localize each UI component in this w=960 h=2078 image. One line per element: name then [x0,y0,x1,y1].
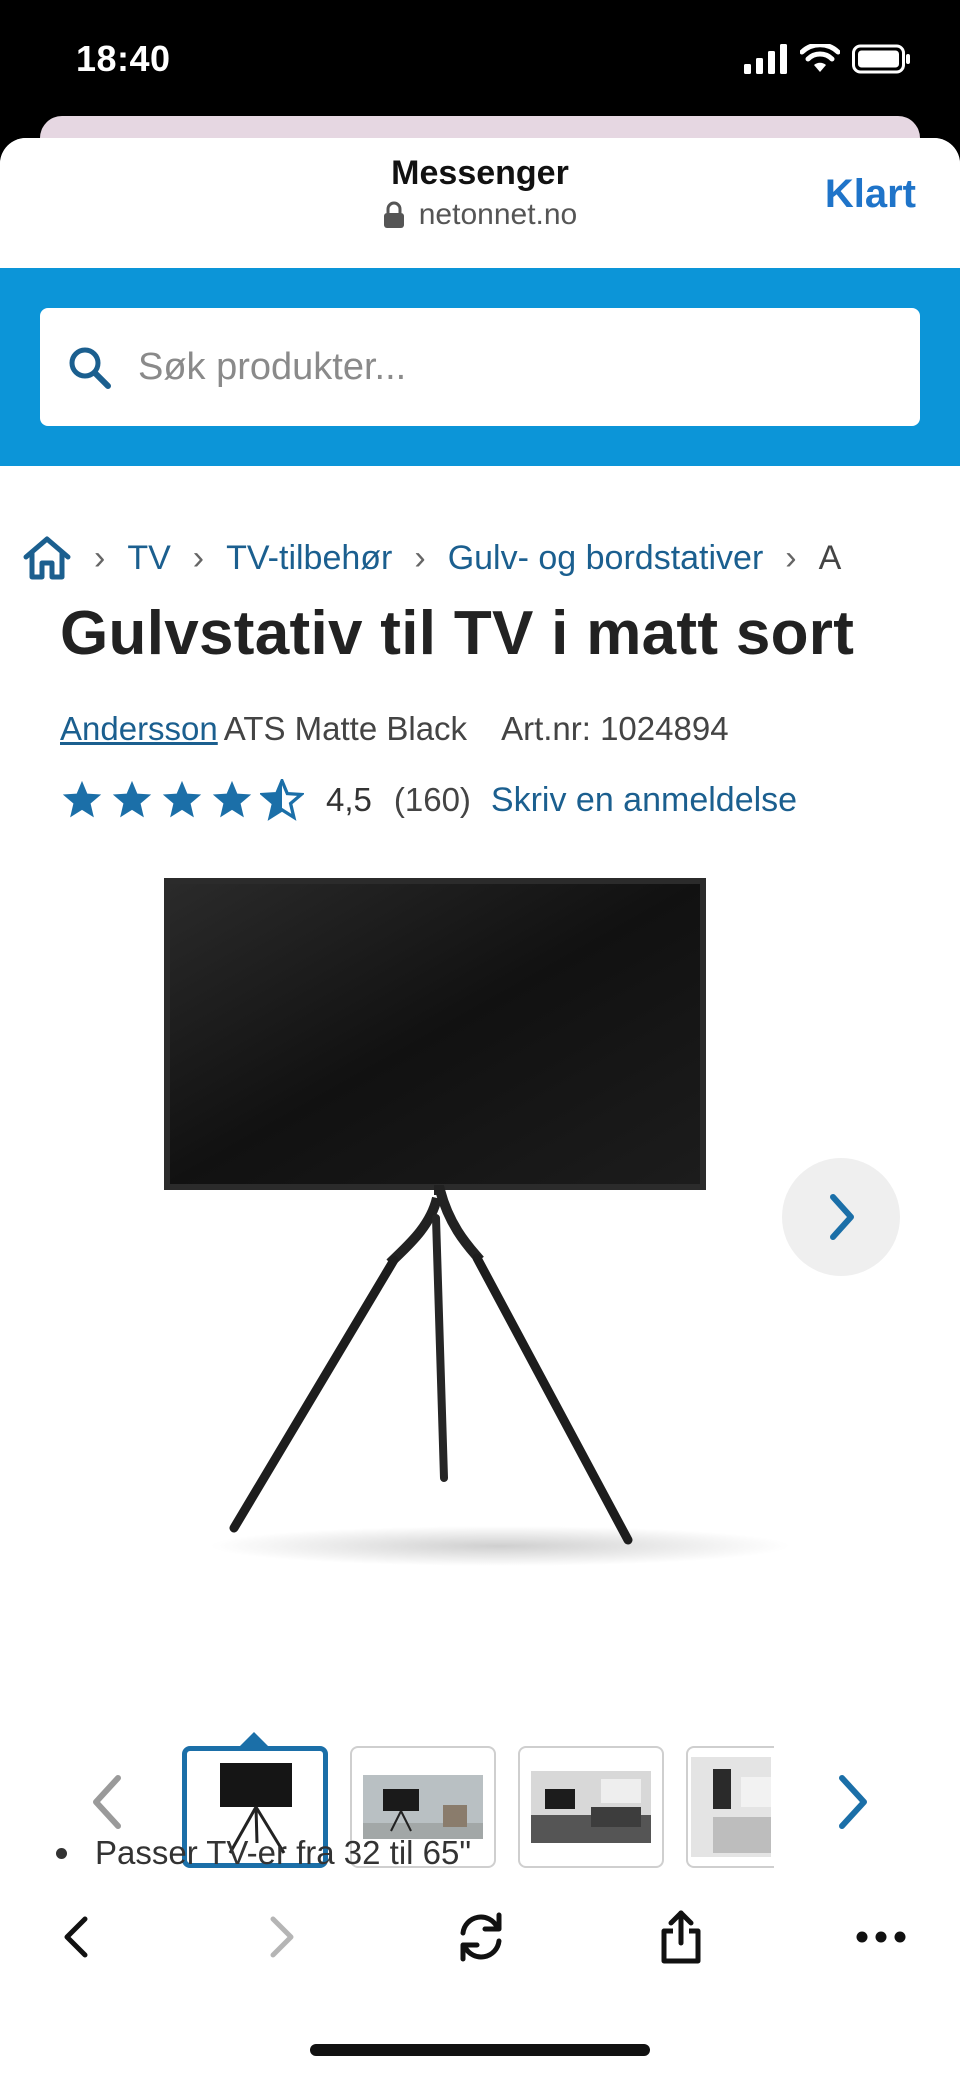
more-icon [856,1931,906,1943]
half-star-icon [260,779,304,821]
signal-icon [744,44,787,74]
search-input[interactable] [138,332,898,402]
status-time: 18:40 [76,38,171,79]
breadcrumb-item-tv[interactable]: TV [127,539,170,578]
home-indicator[interactable] [310,2044,650,2056]
browser-header: Messenger netonnet.no Klart [0,138,960,266]
browser-url: netonnet.no [0,198,960,232]
rating-row: 4,5 (160) Skriv en anmeldelse [60,774,797,826]
product-model: ATS Matte Black [223,710,468,747]
rating-count[interactable]: (160) [394,781,471,819]
breadcrumb: › TV › TV-tilbehør › Gulv- og bordstativ… [22,528,960,588]
home-icon[interactable] [22,535,72,581]
back-icon [64,1916,88,1958]
active-thumbnail-indicator [240,1732,268,1746]
wifi-icon [800,44,840,72]
product-meta: Andersson ATS Matte Black Art.nr: 102489… [60,710,729,748]
chevron-right-icon: › [414,538,426,577]
brand-link[interactable]: Andersson [60,710,218,748]
write-review-link[interactable]: Skriv en anmeldelse [491,781,797,820]
share-button[interactable] [646,1902,716,1972]
lock-icon [383,201,404,228]
star-icon [112,780,152,818]
thumbnail-3[interactable] [518,1746,664,1868]
article-number: Art.nr: 1024894 [501,710,729,747]
bullet [56,1847,67,1859]
chevron-right-icon[interactable] [830,1772,874,1832]
product-image[interactable] [150,868,810,1568]
breadcrumb-item-tv-accessories[interactable]: TV-tilbehør [226,539,392,578]
next-image-button[interactable] [782,1158,900,1276]
star-icon [62,780,102,818]
thumbnail-image [691,1757,771,1857]
list-item: Passer TV-er fra 32 til 65" [56,1834,471,1872]
breadcrumb-item-stands[interactable]: Gulv- og bordstativer [448,539,764,578]
rating-stars[interactable] [60,779,304,821]
share-icon [661,1910,701,1964]
forward-button[interactable] [246,1902,316,1972]
done-button[interactable]: Klart [825,172,916,217]
thumbnail-4[interactable] [686,1746,774,1868]
chevron-right-icon: › [192,538,205,577]
battery-icon [852,44,910,74]
breadcrumb-item-current: A [818,538,842,577]
product-title: Gulvstativ til TV i matt sort [60,599,855,668]
status-bar: 18:40 [0,0,960,120]
feature-list: Passer TV-er fra 32 til 65" [56,1834,471,1872]
in-app-browser: Messenger netonnet.no Klart › TV › TV-ti… [0,138,960,2078]
star-icon [212,780,252,818]
feature-text: Passer TV-er fra 32 til 65" [95,1834,472,1871]
chevron-right-icon: › [785,538,797,577]
reload-button[interactable] [446,1902,516,1972]
chevron-left-icon[interactable] [86,1772,130,1832]
thumbnail-image [531,1771,651,1843]
back-button[interactable] [42,1902,112,1972]
chevron-right-icon: › [94,538,106,577]
search-box[interactable] [40,308,920,426]
rating-value: 4,5 [326,781,372,818]
star-icon [162,780,202,818]
chevron-right-icon [830,1194,854,1240]
forward-icon [270,1916,294,1958]
more-button[interactable] [846,1902,916,1972]
browser-title: Messenger [391,154,569,192]
url-text: netonnet.no [418,198,578,231]
thumbnail-image [363,1775,483,1839]
reload-icon [460,1912,502,1962]
status-icons [744,44,912,74]
site-header [0,268,960,466]
search-icon [69,347,111,389]
